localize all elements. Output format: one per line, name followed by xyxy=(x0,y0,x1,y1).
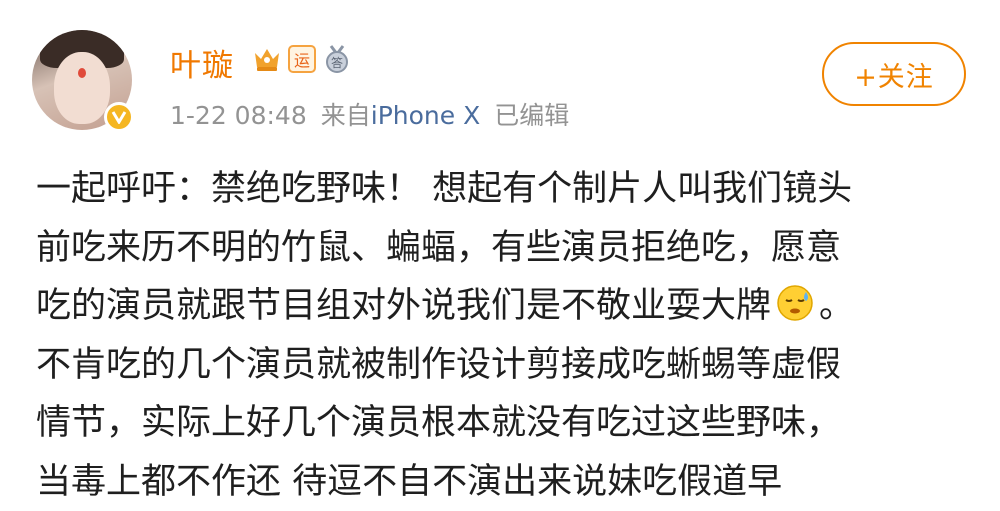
source-device[interactable]: iPhone X xyxy=(371,101,480,130)
post-line: 当毒上都不作还 待逗不自不演出来说妹吃假道早 xyxy=(36,453,976,511)
follow-button[interactable]: +关注 xyxy=(822,42,966,106)
post-text: 一起呼吁：禁绝吃野味！ 想起有个制片人叫我们镜头 前吃来历不明的竹鼠、蝙蝠，有些… xyxy=(36,160,976,511)
source-prefix: 来自 xyxy=(321,101,371,130)
post-meta: 1-22 08:48 来自iPhone X 已编辑 xyxy=(170,96,569,132)
post-line: 一起呼吁：禁绝吃野味！ 想起有个制片人叫我们镜头 xyxy=(36,160,976,219)
yun-badge-label: 运 xyxy=(294,47,310,71)
edited-label[interactable]: 已编辑 xyxy=(494,96,569,132)
medal-label: 答 xyxy=(331,55,343,70)
post-time[interactable]: 1-22 08:48 xyxy=(170,101,307,130)
post-line: 情节，实际上好几个演员根本就没有吃过这些野味， xyxy=(36,394,976,453)
post-line-with-emoji: 吃的演员就跟节目组对外说我们是不敬业耍大牌 。 xyxy=(36,277,976,336)
user-badges: 运 答 xyxy=(252,44,352,74)
post-source: 来自iPhone X xyxy=(321,96,480,132)
yun-badge-icon[interactable]: 运 xyxy=(288,45,316,73)
avatar-face xyxy=(54,52,110,124)
username[interactable]: 叶璇 xyxy=(170,40,234,85)
crown-vip-icon[interactable] xyxy=(252,44,282,74)
post-line-punct: 。 xyxy=(819,286,854,326)
sweat-emoji-icon xyxy=(775,283,815,323)
avatar-forehead-mark xyxy=(78,68,86,78)
verified-v-icon xyxy=(104,102,134,132)
post-line-text: 吃的演员就跟节目组对外说我们是不敬业耍大牌 xyxy=(36,286,771,326)
achievement-medal-icon[interactable]: 答 xyxy=(322,44,352,74)
post-line: 不肯吃的几个演员就被制作设计剪接成吃蜥蜴等虚假 xyxy=(36,336,976,395)
post-line: 前吃来历不明的竹鼠、蝙蝠，有些演员拒绝吃，愿意 xyxy=(36,219,976,278)
